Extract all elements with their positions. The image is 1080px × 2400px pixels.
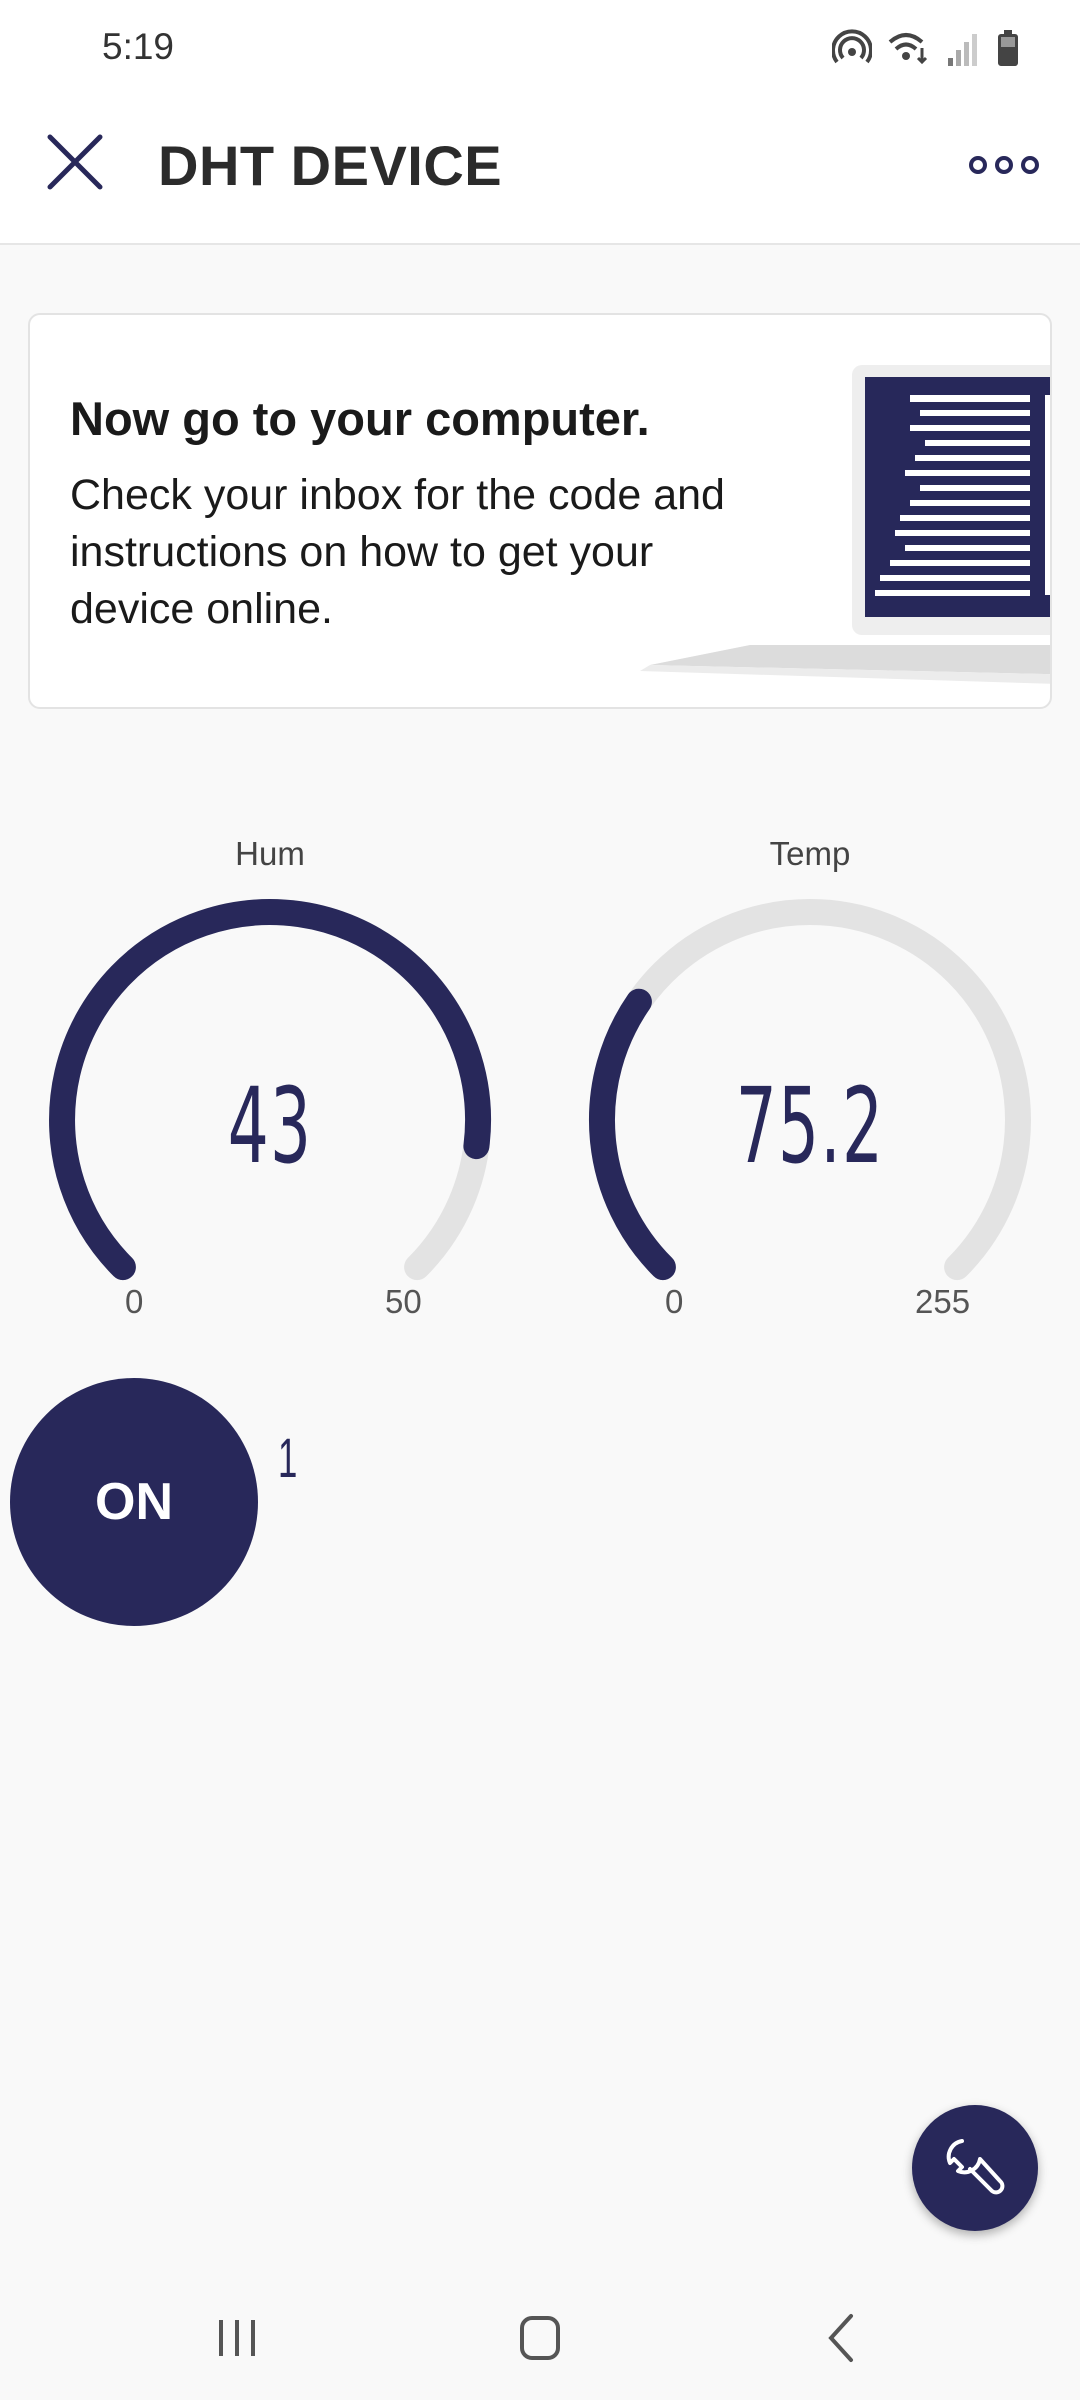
switch-label: ON (95, 1473, 173, 1531)
onboarding-banner: Now go to your computer. Check your inbo… (28, 313, 1052, 709)
status-time: 5:19 (102, 26, 175, 67)
gauge-max: 50 (385, 1283, 422, 1320)
status-icons (832, 28, 1020, 68)
battery-icon (998, 30, 1018, 66)
banner-title: Now go to your computer. (70, 392, 650, 445)
gauge-label: Hum (235, 835, 305, 872)
close-icon (47, 134, 103, 190)
gauge-max: 255 (915, 1283, 971, 1320)
gauge-value: 43 (227, 1065, 313, 1187)
page-title: DHT DEVICE (158, 134, 503, 197)
app-bar: DHT DEVICE (0, 95, 1080, 245)
status-bar: 5:19 (0, 0, 1080, 95)
wifi-icon (888, 33, 928, 65)
gauge-min: 0 (665, 1283, 684, 1320)
more-options-button[interactable] (966, 135, 1042, 195)
temperature-gauge: Temp 75.2 0 255 (570, 835, 1050, 1335)
gauge-label: Temp (769, 835, 851, 872)
home-icon (520, 2316, 560, 2360)
wrench-icon (946, 2139, 1005, 2195)
laptop-illustration (640, 365, 1050, 684)
signal-icon (948, 34, 977, 66)
settings-fab[interactable] (912, 2105, 1038, 2231)
on-switch-button[interactable]: ON (10, 1378, 258, 1626)
back-icon (828, 2314, 853, 2362)
gauge-fill (588, 988, 676, 1281)
more-options-icon (969, 156, 1039, 174)
gauge-value: 75.2 (735, 1065, 885, 1187)
humidity-gauge: Hum 43 0 50 (30, 835, 510, 1335)
back-button[interactable] (803, 2308, 883, 2368)
recent-apps-icon (219, 2320, 255, 2356)
hotspot-icon (832, 29, 872, 64)
close-button[interactable] (40, 127, 110, 197)
gauge-min: 0 (125, 1283, 144, 1320)
recent-apps-button[interactable] (197, 2308, 277, 2368)
switch-value: 1 (278, 1426, 298, 1489)
system-nav-bar (0, 2270, 1080, 2400)
home-button[interactable] (500, 2308, 580, 2368)
